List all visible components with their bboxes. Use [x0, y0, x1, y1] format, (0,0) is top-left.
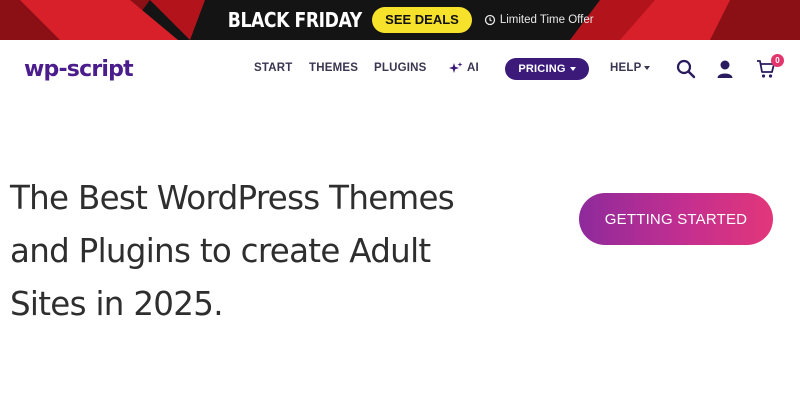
nav-help[interactable]: HELP	[610, 62, 651, 74]
search-icon[interactable]	[676, 59, 696, 79]
caret-down-icon	[569, 67, 576, 71]
nav-start[interactable]: START	[254, 62, 292, 74]
promo-title: BLACK FRIDAY	[228, 8, 363, 32]
nav-ai-label: AI	[467, 62, 479, 74]
nav-help-label: HELP	[610, 62, 642, 74]
see-deals-button[interactable]: SEE DEALS	[372, 7, 472, 33]
hero-title: The Best WordPress Themes and Plugins to…	[10, 179, 455, 323]
user-icon[interactable]	[716, 59, 734, 79]
nav-ai[interactable]: AI	[449, 62, 479, 74]
tag-timer-icon	[484, 14, 495, 26]
nav-plugins[interactable]: PLUGINS	[374, 62, 427, 74]
limited-offer-text: Limited Time Offer	[499, 14, 594, 26]
cart-count-badge: 0	[771, 54, 784, 67]
nav-pricing-label: PRICING	[518, 63, 566, 75]
promo-banner[interactable]: BLACK FRIDAY SEE DEALS Limited Time Offe…	[0, 0, 800, 40]
sparkle-icon	[449, 62, 463, 73]
limited-offer: Limited Time Offer	[484, 14, 594, 26]
nav-themes[interactable]: THEMES	[309, 62, 358, 74]
site-header: wp-script START THEMES PLUGINS AI PRICIN…	[0, 40, 800, 100]
getting-started-button[interactable]: GETTING STARTED	[579, 193, 773, 245]
nav-pricing-button[interactable]: PRICING	[505, 58, 589, 80]
caret-down-icon	[644, 66, 651, 70]
